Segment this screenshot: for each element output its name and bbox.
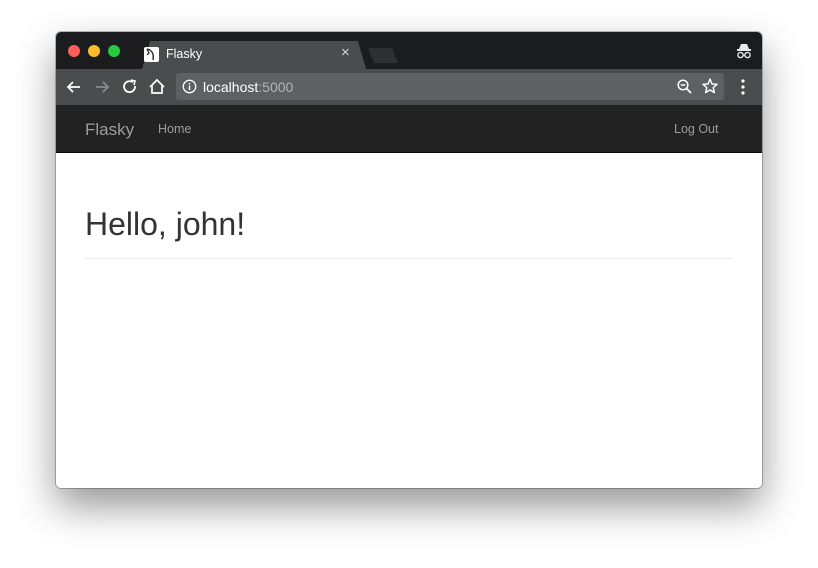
url-host: localhost	[203, 79, 259, 95]
home-icon[interactable]	[147, 77, 167, 97]
navbar: Flasky Home Log Out	[56, 105, 762, 153]
zoom-icon[interactable]	[676, 78, 693, 95]
new-tab-button[interactable]	[368, 48, 398, 63]
favicon-icon	[144, 47, 159, 62]
url-port: :5000	[258, 79, 294, 95]
menu-icon[interactable]	[736, 77, 750, 97]
star-icon[interactable]	[701, 77, 719, 95]
nav-link-home[interactable]: Home	[158, 122, 191, 136]
page-heading: Hello, john!	[85, 206, 246, 242]
address-bar[interactable]: localhost:5000	[176, 73, 724, 100]
heading-divider	[85, 258, 733, 259]
info-icon[interactable]	[182, 79, 197, 94]
forward-icon[interactable]	[92, 77, 112, 97]
browser-toolbar: localhost:5000	[56, 69, 762, 105]
tab-strip: Flasky ×	[56, 32, 762, 69]
nav-link-logout[interactable]: Log Out	[674, 122, 718, 136]
window-maximize-button[interactable]	[108, 45, 120, 57]
navbar-brand[interactable]: Flasky	[85, 120, 134, 140]
incognito-icon	[734, 41, 754, 61]
back-icon[interactable]	[64, 77, 84, 97]
window-minimize-button[interactable]	[88, 45, 100, 57]
url-text: localhost:5000	[203, 79, 293, 95]
tab-close-icon[interactable]: ×	[341, 45, 350, 61]
reload-icon[interactable]	[120, 77, 140, 97]
page-content: Flasky Home Log Out Hello, john!	[56, 105, 762, 488]
window-close-button[interactable]	[68, 45, 80, 57]
tab-title: Flasky	[166, 47, 203, 61]
browser-window: Flasky × localhost:5000 Flasky Home Log …	[56, 32, 762, 488]
